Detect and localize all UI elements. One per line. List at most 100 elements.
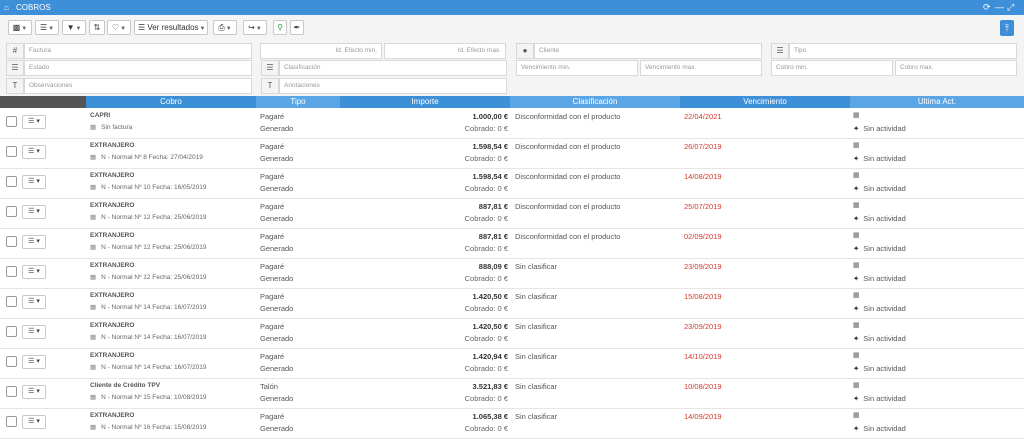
row-checkbox[interactable] — [6, 416, 17, 427]
calendar-icon[interactable]: ▦ — [853, 171, 860, 179]
last-activity: ✦ Sin actividad — [853, 394, 906, 403]
id-efecto-max-field[interactable]: Id. Efecto max. — [384, 43, 506, 59]
table-row[interactable]: ☰ ▾ EXTRANJERO ▦ N - Normal Nº 16 Fecha: … — [0, 408, 1024, 439]
amount: 3.521,83 € — [473, 382, 508, 391]
vencimiento-min-field[interactable]: Vencimiento min. — [516, 60, 638, 76]
table-row[interactable]: ☰ ▾ EXTRANJERO ▦ N - Normal Nº 14 Fecha: … — [0, 318, 1024, 349]
table-row[interactable]: ☰ ▾ EXTRANJERO ▦ N - Normal Nº 12 Fecha: … — [0, 258, 1024, 289]
row-checkbox[interactable] — [6, 116, 17, 127]
table-row[interactable]: ☰ ▾ CAPRI ▦ Sin factura Pagaré Generado 1… — [0, 108, 1024, 139]
table-row[interactable]: ☰ ▾ EXTRANJERO ▦ N - Normal Nº 14 Fecha: … — [0, 288, 1024, 319]
list-icon: ☰ — [39, 23, 48, 32]
client-name[interactable]: EXTRANJERO — [90, 412, 134, 419]
row-actions-button[interactable]: ☰ ▾ — [22, 175, 46, 189]
toolbar: ▩▼ ☰▼ ▼▼ ⇅ ♡▼ ☰ Ver resultados▼ ⎙▼ ↪▼ ⚲ … — [0, 15, 1024, 42]
row-checkbox[interactable] — [6, 356, 17, 367]
table-row[interactable]: ☰ ▾ EXTRANJERO ▦ N - Normal Nº 8 Fecha: 2… — [0, 138, 1024, 169]
calendar-icon[interactable]: ▦ — [853, 261, 860, 269]
payment-type: Pagaré — [260, 292, 285, 301]
cobro-max-field[interactable]: Cobro max. — [895, 60, 1017, 76]
tipo-field[interactable]: Tipo — [789, 43, 1017, 59]
calendar-icon[interactable]: ▦ — [853, 411, 860, 419]
window-title: COBROS — [16, 3, 51, 12]
table-row[interactable]: ☰ ▾ Cliente de Crédito TPV ▦ N - Normal N… — [0, 378, 1024, 409]
header-tipo[interactable]: Tipo — [256, 96, 340, 108]
calendar-icon[interactable]: ▦ — [853, 201, 860, 209]
row-actions-button[interactable]: ☰ ▾ — [22, 115, 46, 129]
row-checkbox[interactable] — [6, 326, 17, 337]
amount-value: 1.420,50 € — [472, 292, 508, 301]
calendar-icon[interactable]: ▦ — [853, 291, 860, 299]
table-row[interactable]: ☰ ▾ EXTRANJERO ▦ N - Normal Nº 12 Fecha: … — [0, 198, 1024, 229]
cobro-min-field[interactable]: Cobro min. — [771, 60, 893, 76]
client-name[interactable]: EXTRANJERO — [90, 142, 134, 149]
header-clasificacion[interactable]: Clasificación — [510, 96, 680, 108]
clasificacion-field[interactable]: Clasificación — [279, 60, 507, 76]
client-name[interactable]: EXTRANJERO — [90, 172, 134, 179]
row-actions-button[interactable]: ☰ ▾ — [22, 235, 46, 249]
client-name[interactable]: Cliente de Crédito TPV — [90, 382, 160, 389]
filter-button[interactable]: ▼▼ — [62, 20, 86, 35]
estado-field[interactable]: Estado — [24, 60, 252, 76]
table-row[interactable]: ☰ ▾ EXTRANJERO ▦ N - Normal Nº 14 Fecha: … — [0, 348, 1024, 379]
client-name[interactable]: EXTRANJERO — [90, 352, 134, 359]
row-checkbox[interactable] — [6, 266, 17, 277]
row-checkbox[interactable] — [6, 236, 17, 247]
invoice-detail-text: N - Normal Nº 10 Fecha: 16/05/2019 — [101, 184, 207, 191]
client-name[interactable]: EXTRANJERO — [90, 262, 134, 269]
calendar-icon[interactable]: ▦ — [853, 321, 860, 329]
upload-icon: ⤒ — [1005, 23, 1009, 33]
caret-down-icon: ▾ — [36, 328, 40, 335]
client-name[interactable]: EXTRANJERO — [90, 322, 134, 329]
due-date: 15/08/2019 — [684, 292, 722, 301]
view-results-button[interactable]: ☰ Ver resultados▼ — [134, 20, 208, 35]
row-checkbox[interactable] — [6, 176, 17, 187]
minimize-icon[interactable]: — — [995, 2, 1004, 12]
row-checkbox[interactable] — [6, 146, 17, 157]
table-row[interactable]: ☰ ▾ EXTRANJERO ▦ N - Normal Nº 12 Fecha: … — [0, 228, 1024, 259]
cliente-field[interactable]: Cliente — [534, 43, 762, 59]
vencimiento-max-field[interactable]: Vencimiento max. — [640, 60, 762, 76]
calendar-icon[interactable]: ▦ — [853, 351, 860, 359]
upload-button[interactable]: ⤒ — [1000, 20, 1014, 36]
export-button[interactable]: ↪▼ — [243, 20, 267, 35]
table-row[interactable]: ☰ ▾ EXTRANJERO ▦ N - Normal Nº 10 Fecha: … — [0, 168, 1024, 199]
favorites-button[interactable]: ♡▼ — [107, 20, 131, 35]
row-checkbox[interactable] — [6, 206, 17, 217]
header-ultima-act[interactable]: Ultima Act. — [850, 96, 1024, 108]
observaciones-field[interactable]: Observaciones — [24, 78, 252, 94]
client-name[interactable]: EXTRANJERO — [90, 292, 134, 299]
header-importe[interactable]: Importe — [340, 96, 510, 108]
row-actions-button[interactable]: ☰ ▾ — [22, 145, 46, 159]
row-actions-button[interactable]: ☰ ▾ — [22, 325, 46, 339]
row-checkbox[interactable] — [6, 386, 17, 397]
row-checkbox[interactable] — [6, 296, 17, 307]
refresh-icon[interactable]: ⟳ — [983, 2, 991, 13]
client-name[interactable]: EXTRANJERO — [90, 232, 134, 239]
client-name[interactable]: EXTRANJERO — [90, 202, 134, 209]
calendar-icon[interactable]: ▦ — [853, 231, 860, 239]
row-actions-button[interactable]: ☰ ▾ — [22, 265, 46, 279]
list-options-button[interactable]: ☰▼ — [35, 20, 59, 35]
layout-dropdown-button[interactable]: ▩▼ — [8, 20, 32, 35]
header-cobro[interactable]: Cobro — [86, 96, 256, 108]
anotaciones-field[interactable]: Anotaciones — [279, 78, 507, 94]
clear-filters-button[interactable]: ✒ — [290, 20, 304, 35]
row-actions-button[interactable]: ☰ ▾ — [22, 205, 46, 219]
row-actions-button[interactable]: ☰ ▾ — [22, 355, 46, 369]
row-actions-button[interactable]: ☰ ▾ — [22, 415, 46, 429]
client-name[interactable]: CAPRI — [90, 112, 110, 119]
calendar-icon[interactable]: ▦ — [853, 111, 860, 119]
row-actions-button[interactable]: ☰ ▾ — [22, 295, 46, 309]
calendar-icon[interactable]: ▦ — [853, 381, 860, 389]
expand-icon[interactable]: ⤢ — [1007, 2, 1014, 13]
print-button[interactable]: ⎙▼ — [213, 20, 237, 35]
search-button[interactable]: ⚲ — [273, 20, 287, 35]
factura-field[interactable]: Factura — [24, 43, 252, 59]
calendar-icon[interactable]: ▦ — [853, 141, 860, 149]
header-vencimiento[interactable]: Vencimiento — [680, 96, 850, 108]
sort-button[interactable]: ⇅ — [89, 20, 105, 35]
row-actions-button[interactable]: ☰ ▾ — [22, 385, 46, 399]
caret-down-icon: ▾ — [36, 268, 40, 275]
id-efecto-min-field[interactable]: Id. Efecto min. — [260, 43, 382, 59]
